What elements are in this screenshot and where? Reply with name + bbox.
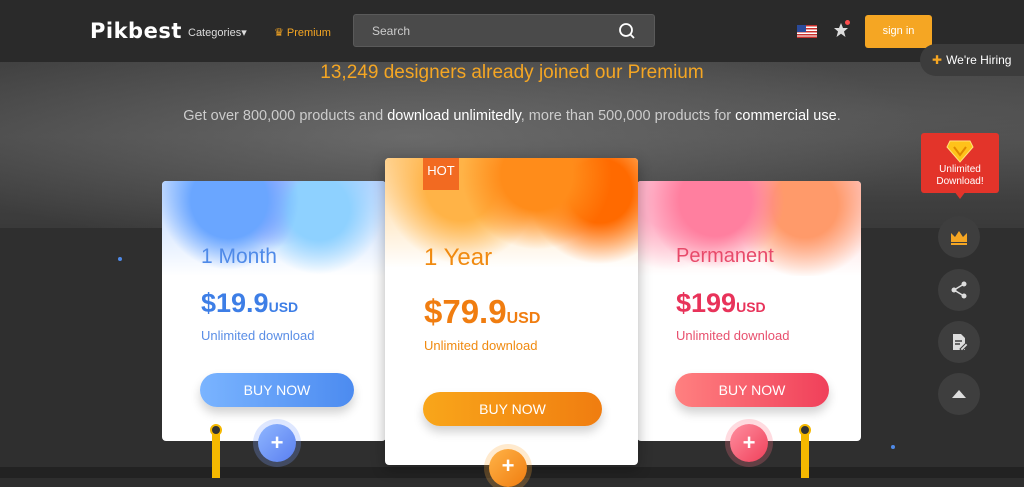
plan-card-1-year: HOT 1 Year $79.9USD Unlimited download B… <box>385 158 638 465</box>
arrow-up-icon <box>952 390 966 398</box>
nav-categories-label: Categories <box>188 27 242 39</box>
feedback-button[interactable] <box>938 321 980 363</box>
search-icon[interactable] <box>618 22 636 45</box>
subline-text-3: . <box>836 108 841 124</box>
plus-icon[interactable]: + <box>489 449 527 487</box>
plan-price: $79.9USD <box>424 293 540 331</box>
price-amount: $19.9 <box>201 288 269 318</box>
premium-headline: 13,249 designers already joined our Prem… <box>320 62 704 83</box>
share-button[interactable] <box>938 269 980 311</box>
unlimited-label-line2: Download! <box>936 176 984 187</box>
buy-now-button-1-month[interactable]: BUY NOW <box>200 373 354 407</box>
badge-tail <box>954 191 966 199</box>
unlimited-download-badge[interactable]: Unlimited Download! <box>921 133 999 199</box>
nav-premium-label: Premium <box>286 27 331 39</box>
notification-dot <box>845 20 850 25</box>
price-amount: $79.9 <box>424 293 507 330</box>
buy-now-button-1-year[interactable]: BUY NOW <box>423 392 602 426</box>
plan-card-1-month: 1 Month $19.9USD Unlimited download BUY … <box>162 181 386 441</box>
plan-title: Permanent <box>676 245 774 267</box>
plan-price: $19.9USD <box>201 288 298 319</box>
nav-categories[interactable]: Categories▾ <box>188 26 247 39</box>
unlimited-label-line1: Unlimited <box>939 164 981 175</box>
back-to-top-button[interactable] <box>938 373 980 415</box>
premium-crown-button[interactable] <box>938 216 980 258</box>
us-flag-icon[interactable] <box>797 25 817 38</box>
share-icon <box>951 281 967 299</box>
diamond-icon <box>946 140 974 163</box>
nav-premium[interactable]: ♛ Premium <box>274 26 331 39</box>
unlimited-download-label: Unlimited Download! <box>921 164 999 188</box>
top-navbar: Pikbest Categories▾ ♛Premium sign in <box>0 0 1024 62</box>
decorative-dot <box>118 257 122 261</box>
hot-badge: HOT <box>423 158 459 190</box>
decorative-dot <box>891 445 895 449</box>
premium-subline: Get over 800,000 products and download u… <box>0 108 1024 124</box>
crown-icon: ♛ <box>274 27 284 39</box>
buy-now-button-permanent[interactable]: BUY NOW <box>675 373 829 407</box>
plan-card-permanent: Permanent $199USD Unlimited download BUY… <box>637 181 861 441</box>
document-edit-icon <box>953 334 969 352</box>
subline-bold-2: commercial use <box>735 108 837 124</box>
caret-down-icon: ▾ <box>241 27 247 39</box>
plan-feature: Unlimited download <box>201 328 315 343</box>
plus-icon[interactable]: + <box>258 424 296 462</box>
decorative-pole-cap <box>210 424 222 436</box>
decorative-pole-cap <box>799 424 811 436</box>
price-amount: $199 <box>676 288 737 318</box>
price-currency: USD <box>736 299 766 315</box>
subline-text-1: Get over 800,000 products and <box>183 108 388 124</box>
plan-title: 1 Year <box>424 244 493 271</box>
plan-feature: Unlimited download <box>676 328 790 343</box>
search-input[interactable] <box>370 23 614 39</box>
plan-title: 1 Month <box>201 245 277 268</box>
subline-bold-1: download unlimitedly <box>387 108 521 124</box>
search-bar <box>353 14 655 47</box>
sign-in-button[interactable]: sign in <box>865 15 932 48</box>
price-currency: USD <box>506 310 541 327</box>
logo[interactable]: Pikbest <box>90 19 182 43</box>
price-currency: USD <box>268 299 299 315</box>
plan-feature: Unlimited download <box>424 338 538 353</box>
subline-text-2: , more than 500,000 products for <box>520 108 736 124</box>
crown-icon <box>951 231 967 245</box>
plus-icon[interactable]: + <box>730 424 768 462</box>
plan-price: $199USD <box>676 288 766 319</box>
